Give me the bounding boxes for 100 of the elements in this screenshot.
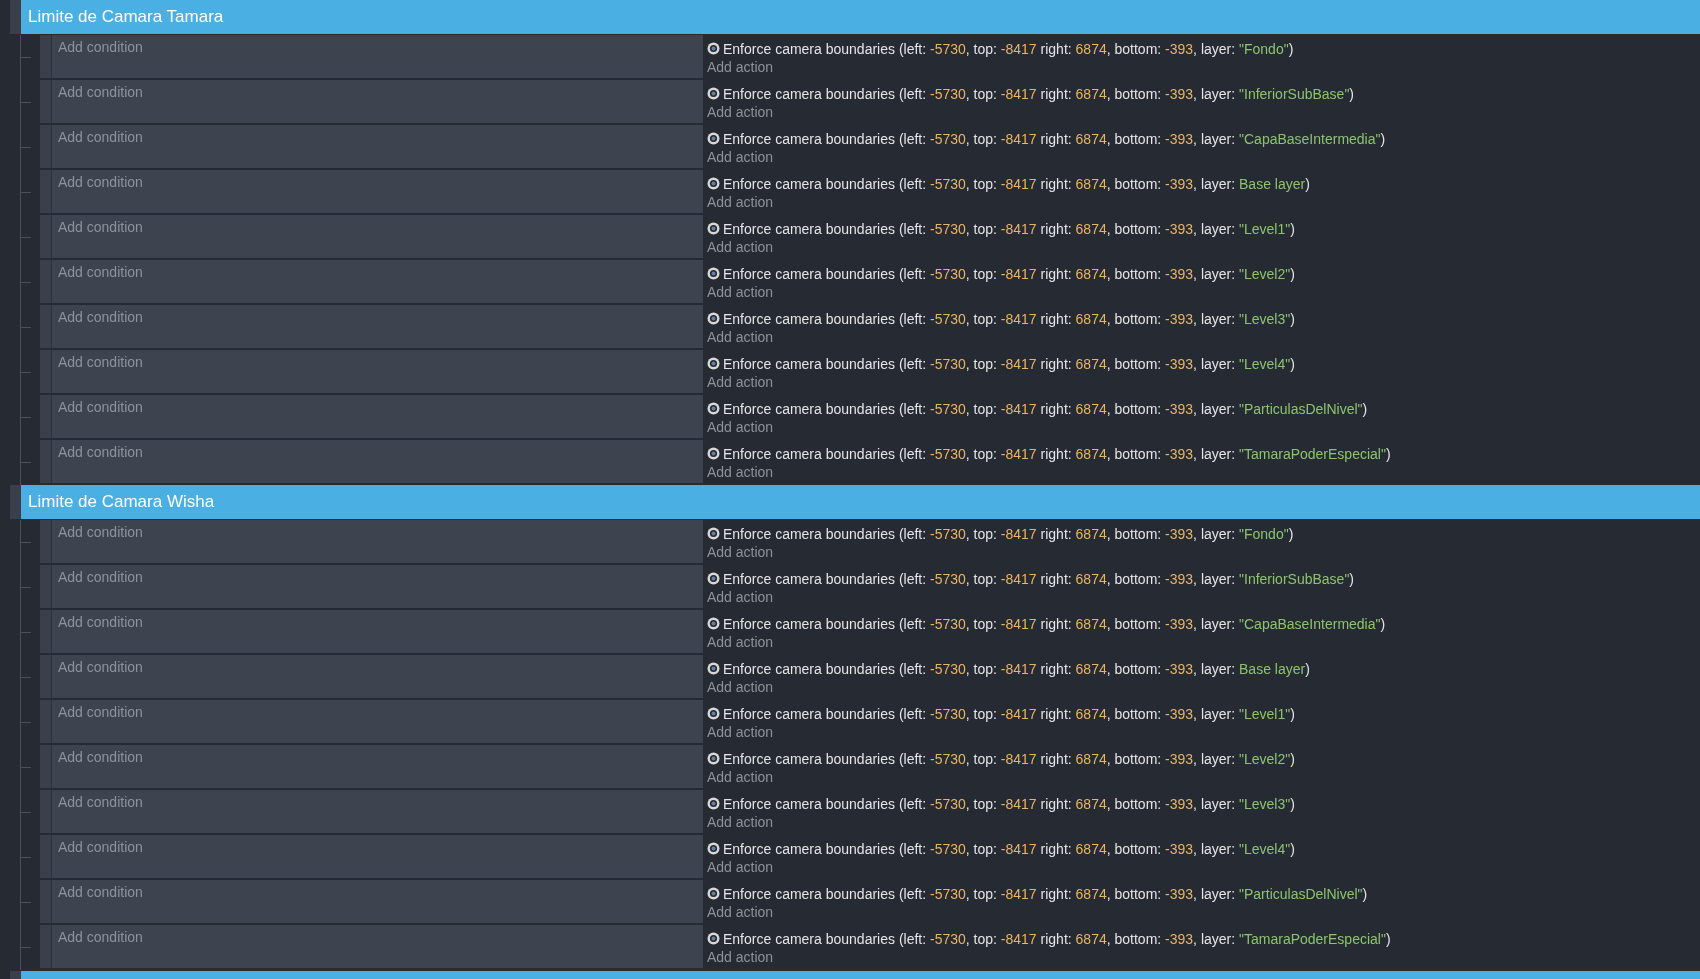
- group-handle[interactable]: [11, 971, 21, 979]
- camera-icon: [707, 222, 720, 235]
- action-text[interactable]: Enforce camera boundaries (left: -5730, top: -8417 right: 6874, bottom: -393, layer: "Level4"): [723, 355, 1295, 372]
- add-condition-link[interactable]: Add condition: [51, 170, 703, 213]
- add-condition-link[interactable]: Add condition: [51, 395, 703, 438]
- action-text[interactable]: Enforce camera boundaries (left: -5730, top: -8417 right: 6874, bottom: -393, layer: "TamaraPoderEspecial"): [723, 445, 1391, 462]
- event-handle[interactable]: [40, 790, 51, 833]
- add-condition-link[interactable]: Add condition: [51, 925, 703, 968]
- camera-icon: [707, 42, 720, 55]
- action-text[interactable]: Enforce camera boundaries (left: -5730, top: -8417 right: 6874, bottom: -393, layer: "TamaraPoderEspecial"): [723, 930, 1391, 947]
- event-handle[interactable]: [40, 35, 51, 78]
- add-condition-link[interactable]: Add condition: [51, 700, 703, 743]
- action-text[interactable]: Enforce camera boundaries (left: -5730, top: -8417 right: 6874, bottom: -393, layer: Base layer): [723, 175, 1310, 192]
- camera-icon: [707, 662, 720, 675]
- event-handle[interactable]: [40, 350, 51, 393]
- add-condition-link[interactable]: Add condition: [51, 35, 703, 78]
- action-text[interactable]: Enforce camera boundaries (left: -5730, top: -8417 right: 6874, bottom: -393, layer: "Level1"): [723, 220, 1295, 237]
- add-condition-link[interactable]: Add condition: [51, 790, 703, 833]
- add-action-link[interactable]: Add action: [707, 419, 774, 439]
- camera-icon: [707, 267, 720, 280]
- event-handle[interactable]: [40, 305, 51, 348]
- action-text[interactable]: Enforce camera boundaries (left: -5730, top: -8417 right: 6874, bottom: -393, layer: "ParticulasDelNivel"): [723, 885, 1368, 902]
- group-handle[interactable]: [11, 0, 21, 34]
- add-action-link[interactable]: Add action: [707, 814, 774, 834]
- group-handle[interactable]: [11, 485, 21, 519]
- action-text[interactable]: Enforce camera boundaries (left: -5730, top: -8417 right: 6874, bottom: -393, layer: "CapaBaseIntermedia"): [723, 615, 1386, 632]
- add-condition-link[interactable]: Add condition: [51, 125, 703, 168]
- action-text[interactable]: Enforce camera boundaries (left: -5730, top: -8417 right: 6874, bottom: -393, layer: "Fondo"): [723, 40, 1294, 57]
- add-action-link[interactable]: Add action: [707, 544, 774, 564]
- add-action-link[interactable]: Add action: [707, 769, 774, 789]
- event-handle[interactable]: [40, 125, 51, 168]
- action-text[interactable]: Enforce camera boundaries (left: -5730, top: -8417 right: 6874, bottom: -393, layer: "Level2"): [723, 750, 1295, 767]
- action-text[interactable]: Enforce camera boundaries (left: -5730, top: -8417 right: 6874, bottom: -393, layer: "InferiorSubBase"): [723, 85, 1355, 102]
- add-action-link[interactable]: Add action: [707, 634, 774, 654]
- add-condition-link[interactable]: Add condition: [51, 260, 703, 303]
- add-action-link[interactable]: Add action: [707, 904, 774, 924]
- add-condition-link[interactable]: Add condition: [51, 565, 703, 608]
- group-title[interactable]: Limite de Camara Wisha: [21, 485, 1700, 519]
- camera-icon: [707, 932, 720, 945]
- event-handle[interactable]: [40, 395, 51, 438]
- event-handle[interactable]: [40, 520, 51, 563]
- event-handle[interactable]: [40, 170, 51, 213]
- event-handle[interactable]: [40, 260, 51, 303]
- add-condition-link[interactable]: Add condition: [51, 610, 703, 653]
- add-action-link[interactable]: Add action: [707, 859, 774, 879]
- action-text[interactable]: Enforce camera boundaries (left: -5730, top: -8417 right: 6874, bottom: -393, layer: "CapaBaseIntermedia"): [723, 130, 1386, 147]
- action-text[interactable]: Enforce camera boundaries (left: -5730, top: -8417 right: 6874, bottom: -393, layer: Base layer): [723, 660, 1310, 677]
- action-text[interactable]: Enforce camera boundaries (left: -5730, top: -8417 right: 6874, bottom: -393, layer: "InferiorSubBase"): [723, 570, 1355, 587]
- event-handle[interactable]: [40, 835, 51, 878]
- add-action-link[interactable]: Add action: [707, 464, 774, 484]
- camera-icon: [707, 572, 720, 585]
- event-handle[interactable]: [40, 925, 51, 968]
- event-handle[interactable]: [40, 215, 51, 258]
- action-text[interactable]: Enforce camera boundaries (left: -5730, top: -8417 right: 6874, bottom: -393, layer: "Fondo"): [723, 525, 1294, 542]
- event-handle[interactable]: [40, 655, 51, 698]
- event-handle[interactable]: [40, 440, 51, 483]
- add-action-link[interactable]: Add action: [707, 284, 774, 304]
- add-condition-link[interactable]: Add condition: [51, 440, 703, 483]
- event-handle[interactable]: [40, 880, 51, 923]
- add-action-link[interactable]: Add action: [707, 329, 774, 349]
- add-condition-link[interactable]: Add condition: [51, 520, 703, 563]
- event-handle[interactable]: [40, 700, 51, 743]
- camera-icon: [707, 402, 720, 415]
- action-text[interactable]: Enforce camera boundaries (left: -5730, top: -8417 right: 6874, bottom: -393, layer: "ParticulasDelNivel"): [723, 400, 1368, 417]
- camera-icon: [707, 312, 720, 325]
- camera-icon: [707, 527, 720, 540]
- event-handle[interactable]: [40, 80, 51, 123]
- event-handle[interactable]: [40, 610, 51, 653]
- add-action-link[interactable]: Add action: [707, 724, 774, 744]
- camera-icon: [707, 357, 720, 370]
- add-condition-link[interactable]: Add condition: [51, 350, 703, 393]
- camera-icon: [707, 707, 720, 720]
- add-action-link[interactable]: Add action: [707, 194, 774, 214]
- add-condition-link[interactable]: Add condition: [51, 215, 703, 258]
- add-action-link[interactable]: Add action: [707, 949, 774, 969]
- add-action-link[interactable]: Add action: [707, 149, 774, 169]
- group-header[interactable]: [21, 971, 1700, 979]
- add-action-link[interactable]: Add action: [707, 239, 774, 259]
- action-text[interactable]: Enforce camera boundaries (left: -5730, top: -8417 right: 6874, bottom: -393, layer: "Level1"): [723, 705, 1295, 722]
- event-handle[interactable]: [40, 565, 51, 608]
- add-action-link[interactable]: Add action: [707, 59, 774, 79]
- event-handle[interactable]: [40, 745, 51, 788]
- add-action-link[interactable]: Add action: [707, 589, 774, 609]
- action-text[interactable]: Enforce camera boundaries (left: -5730, top: -8417 right: 6874, bottom: -393, layer: "Level2"): [723, 265, 1295, 282]
- camera-icon: [707, 177, 720, 190]
- camera-icon: [707, 797, 720, 810]
- add-condition-link[interactable]: Add condition: [51, 835, 703, 878]
- add-condition-link[interactable]: Add condition: [51, 880, 703, 923]
- action-text[interactable]: Enforce camera boundaries (left: -5730, top: -8417 right: 6874, bottom: -393, layer: "Level4"): [723, 840, 1295, 857]
- add-action-link[interactable]: Add action: [707, 104, 774, 124]
- add-condition-link[interactable]: Add condition: [51, 655, 703, 698]
- add-condition-link[interactable]: Add condition: [51, 80, 703, 123]
- add-action-link[interactable]: Add action: [707, 679, 774, 699]
- action-text[interactable]: Enforce camera boundaries (left: -5730, top: -8417 right: 6874, bottom: -393, layer: "Level3"): [723, 310, 1295, 327]
- add-action-link[interactable]: Add action: [707, 374, 774, 394]
- camera-icon: [707, 887, 720, 900]
- add-condition-link[interactable]: Add condition: [51, 745, 703, 788]
- add-condition-link[interactable]: Add condition: [51, 305, 703, 348]
- group-title[interactable]: Limite de Camara Tamara: [21, 0, 1700, 34]
- action-text[interactable]: Enforce camera boundaries (left: -5730, top: -8417 right: 6874, bottom: -393, layer: "Level3"): [723, 795, 1295, 812]
